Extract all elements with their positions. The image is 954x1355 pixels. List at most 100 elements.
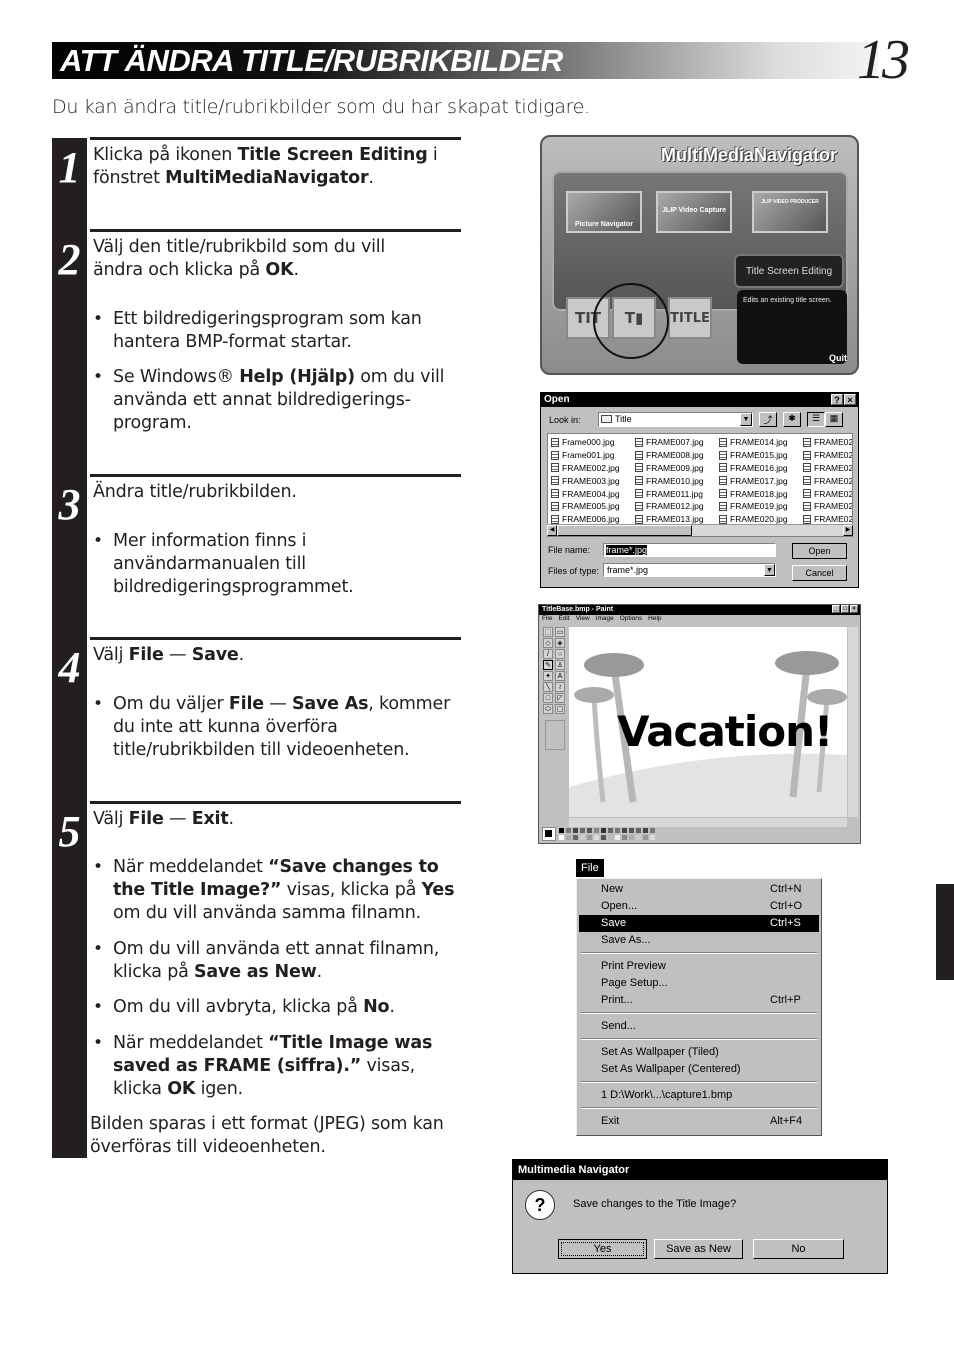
palette-swatch[interactable]: [628, 827, 635, 834]
menu-item[interactable]: Open... Ctrl+O: [579, 898, 819, 915]
file-item[interactable]: FRAME011.jpg: [635, 487, 704, 500]
scroll-right-icon[interactable]: ▶: [843, 525, 853, 536]
menu-edit[interactable]: Edit: [558, 615, 569, 622]
palette-swatch[interactable]: [593, 827, 600, 834]
palette-swatch[interactable]: [635, 827, 642, 834]
palette-swatch[interactable]: [586, 827, 593, 834]
palette-swatch[interactable]: [642, 827, 649, 834]
file-item[interactable]: FRAME02: [803, 462, 852, 475]
horizontal-scrollbar[interactable]: ◀ ▶: [547, 524, 853, 536]
look-in-select[interactable]: Title ▼: [598, 412, 753, 427]
file-item[interactable]: FRAME008.jpg: [635, 449, 704, 462]
file-item[interactable]: FRAME015.jpg: [719, 449, 788, 462]
palette-swatch[interactable]: [558, 834, 565, 841]
file-item[interactable]: FRAME002.jpg: [551, 462, 620, 475]
new-folder-icon[interactable]: ✱: [783, 412, 801, 427]
palette-swatch[interactable]: [607, 827, 614, 834]
menu-file[interactable]: File: [542, 615, 552, 622]
file-item[interactable]: FRAME009.jpg: [635, 462, 704, 475]
file-item[interactable]: FRAME018.jpg: [719, 487, 788, 500]
color-picker-icon[interactable]: /: [543, 649, 553, 659]
palette-swatch[interactable]: [607, 834, 614, 841]
palette-swatch[interactable]: [649, 827, 656, 834]
file-item[interactable]: FRAME02: [803, 436, 852, 449]
file-item[interactable]: FRAME004.jpg: [551, 487, 620, 500]
menu-item[interactable]: Set As Wallpaper (Centered): [579, 1061, 819, 1078]
jlip-video-capture-button[interactable]: JLIP Video Capture: [656, 191, 732, 233]
close-icon[interactable]: ×: [844, 394, 856, 405]
cancel-button[interactable]: Cancel: [792, 565, 847, 581]
palette-swatch[interactable]: [572, 827, 579, 834]
free-select-icon[interactable]: ⬚: [543, 627, 553, 637]
maximize-icon[interactable]: □: [841, 605, 849, 613]
file-item[interactable]: FRAME02: [803, 487, 852, 500]
palette-swatch[interactable]: [621, 827, 628, 834]
file-item[interactable]: FRAME007.jpg: [635, 436, 704, 449]
rect-select-icon[interactable]: ▭: [555, 627, 565, 637]
eraser-icon[interactable]: ◇: [543, 638, 553, 648]
file-item[interactable]: FRAME019.jpg: [719, 500, 788, 513]
file-item[interactable]: FRAME010.jpg: [635, 474, 704, 487]
minimize-icon[interactable]: _: [832, 605, 840, 613]
palette-swatch[interactable]: [593, 834, 600, 841]
palette-swatch[interactable]: [579, 827, 586, 834]
file-item[interactable]: FRAME014.jpg: [719, 436, 788, 449]
ellipse-icon[interactable]: ⬭: [543, 704, 553, 714]
menu-item[interactable]: Save Ctrl+S: [579, 915, 819, 932]
palette-swatch[interactable]: [614, 834, 621, 841]
quit-button[interactable]: Quit: [829, 353, 847, 363]
palette-swatch[interactable]: [586, 834, 593, 841]
paint-canvas[interactable]: Vacation!: [569, 627, 847, 817]
palette-swatch[interactable]: [621, 834, 628, 841]
palette-swatch[interactable]: [558, 827, 565, 834]
list-view-icon[interactable]: ☰: [807, 412, 825, 427]
chevron-down-icon[interactable]: ▼: [740, 413, 752, 426]
rounded-rect-icon[interactable]: ▢: [555, 704, 565, 714]
file-item[interactable]: FRAME003.jpg: [551, 474, 620, 487]
file-item[interactable]: Frame001.jpg: [551, 449, 620, 462]
palette-swatch[interactable]: [565, 834, 572, 841]
menu-item[interactable]: 1 D:\Work\...\capture1.bmp: [579, 1087, 819, 1104]
file-item[interactable]: FRAME02: [803, 500, 852, 513]
file-item[interactable]: FRAME02: [803, 474, 852, 487]
line-icon[interactable]: ╲: [543, 682, 553, 692]
palette-swatch[interactable]: [628, 834, 635, 841]
menu-help[interactable]: Help: [648, 615, 661, 622]
rectangle-icon[interactable]: □: [543, 693, 553, 703]
file-item[interactable]: Frame000.jpg: [551, 436, 620, 449]
file-menu-title[interactable]: File: [576, 859, 604, 877]
file-name-input[interactable]: frame*.jpg: [603, 543, 776, 557]
horizontal-scrollbar[interactable]: [569, 818, 847, 827]
file-item[interactable]: FRAME017.jpg: [719, 474, 788, 487]
palette-swatch[interactable]: [565, 827, 572, 834]
menu-item[interactable]: Set As Wallpaper (Tiled): [579, 1044, 819, 1061]
menu-image[interactable]: Image: [596, 615, 614, 622]
menu-item[interactable]: Print Preview: [579, 958, 819, 975]
text-icon[interactable]: A: [555, 671, 565, 681]
palette-swatch[interactable]: [649, 834, 656, 841]
polygon-icon[interactable]: ◸: [555, 693, 565, 703]
palette-swatch[interactable]: [572, 834, 579, 841]
scroll-left-icon[interactable]: ◀: [547, 525, 557, 536]
save-as-new-button[interactable]: Save as New: [654, 1239, 743, 1259]
pencil-icon[interactable]: ✎: [543, 660, 553, 670]
current-colors[interactable]: [542, 827, 556, 841]
file-type-select[interactable]: frame*.jpg ▼: [603, 563, 776, 577]
vertical-scrollbar[interactable]: [848, 627, 858, 817]
menu-item[interactable]: Page Setup...: [579, 975, 819, 992]
curve-icon[interactable]: ≀: [555, 682, 565, 692]
palette-swatch[interactable]: [579, 834, 586, 841]
file-item[interactable]: FRAME02: [803, 449, 852, 462]
open-button[interactable]: Open: [792, 543, 847, 559]
palette-swatch[interactable]: [600, 834, 607, 841]
fill-icon[interactable]: ◈: [555, 638, 565, 648]
magnifier-icon[interactable]: ○: [555, 649, 565, 659]
airbrush-icon[interactable]: ✦: [543, 671, 553, 681]
scrollbar-thumb[interactable]: [557, 525, 692, 536]
palette-swatch[interactable]: [600, 827, 607, 834]
help-icon[interactable]: ?: [831, 394, 843, 405]
brush-icon[interactable]: ♙: [555, 660, 565, 670]
menu-item[interactable]: Exit Alt+F4: [579, 1113, 819, 1130]
menu-view[interactable]: View: [576, 615, 590, 622]
chevron-down-icon[interactable]: ▼: [764, 564, 775, 576]
